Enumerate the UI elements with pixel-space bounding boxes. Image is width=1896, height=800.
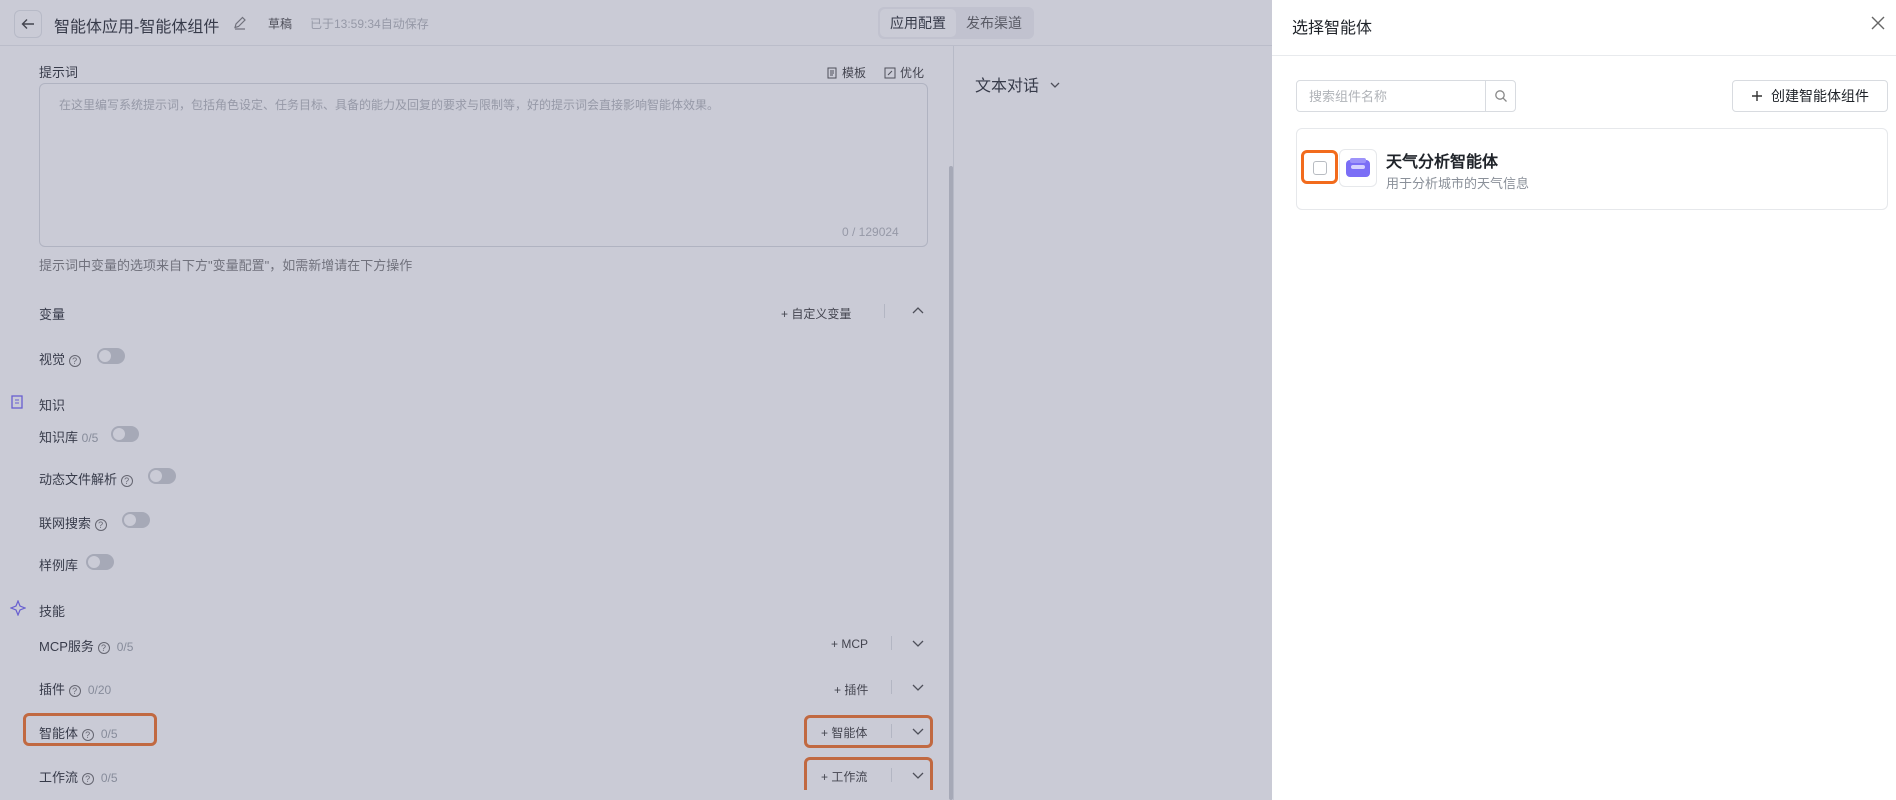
create-agent-component-button[interactable]: 创建智能体组件 [1732, 80, 1888, 112]
create-agent-label: 创建智能体组件 [1771, 88, 1869, 104]
agent-card[interactable] [1296, 128, 1888, 210]
agent-box-icon [1346, 158, 1370, 177]
agent-avatar [1339, 149, 1377, 187]
drawer-divider [1272, 55, 1896, 56]
plus-icon [1752, 91, 1762, 101]
close-icon[interactable] [1869, 14, 1887, 32]
modal-overlay[interactable] [0, 0, 1272, 800]
search-button[interactable] [1485, 80, 1516, 112]
drawer-title: 选择智能体 [1292, 20, 1373, 37]
agent-search-input[interactable] [1296, 80, 1486, 112]
agent-select-checkbox[interactable] [1313, 161, 1327, 175]
agent-name: 天气分析智能体 [1386, 154, 1499, 171]
select-agent-drawer [1272, 0, 1896, 800]
agent-description: 用于分析城市的天气信息 [1386, 176, 1530, 191]
search-icon [1494, 90, 1507, 102]
